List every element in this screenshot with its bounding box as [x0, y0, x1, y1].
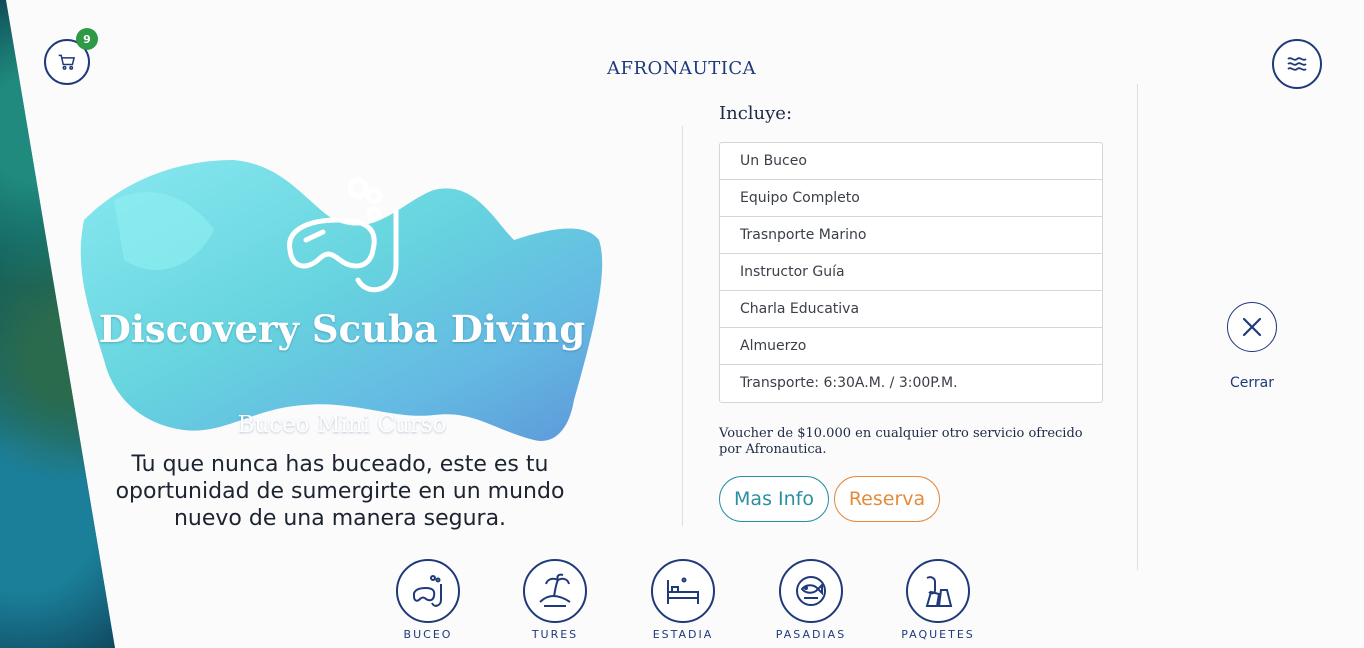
nav-label: PAQUETES [901, 628, 975, 641]
voucher-text: Voucher de $10.000 en cualquier otro ser… [719, 426, 1083, 457]
menu-button[interactable] [1272, 39, 1322, 89]
list-item: Charla Educativa [720, 291, 1102, 328]
fish-icon [796, 576, 826, 606]
cart-count-badge: 9 [76, 28, 98, 50]
bed-icon [667, 577, 699, 604]
reserve-button[interactable]: Reserva [834, 476, 940, 522]
list-item: Transporte: 6:30A.M. / 3:00P.M. [740, 375, 958, 391]
nav-item-pasadias[interactable]: PASADIAS [766, 559, 856, 641]
list-item: Equipo Completo [720, 180, 1102, 217]
list-item: Instructor Guía [720, 254, 1102, 291]
nav-circle[interactable] [906, 559, 970, 623]
nav-label: BUCEO [403, 628, 453, 641]
nav-circle[interactable] [651, 559, 715, 623]
nav-circle[interactable] [779, 559, 843, 623]
nav-circle[interactable] [396, 559, 460, 623]
divider-right [1137, 84, 1138, 570]
divider-left [682, 126, 683, 526]
nav-item-estadia[interactable]: ESTADIA [638, 559, 728, 641]
includes-title: Incluye: [719, 103, 793, 124]
hero-description: Tu que nunca has buceado, este es tu opo… [115, 452, 565, 531]
nav-label: TURES [531, 628, 579, 641]
island-icon [539, 573, 571, 607]
list-item: Trasnporte Marino [720, 217, 1102, 254]
hero-title: Discovery Scuba Diving [98, 307, 586, 351]
cart-icon [58, 54, 76, 70]
nav-item-tures[interactable]: TURES [510, 559, 600, 641]
more-info-button[interactable]: Mas Info [719, 476, 829, 522]
includes-list: Un Buceo Equipo Completo Trasnporte Mari… [719, 142, 1103, 403]
nav-item-buceo[interactable]: BUCEO [383, 559, 473, 641]
diving-gear-icon [925, 576, 953, 607]
wave-menu-icon [1287, 57, 1307, 71]
close-icon [1242, 317, 1262, 337]
nav-circle[interactable] [523, 559, 587, 623]
afronautica-logo[interactable]: AFRONAUTICA [607, 58, 756, 88]
nav-label: PASADIAS [775, 628, 847, 641]
nav-label: ESTADIA [652, 628, 714, 641]
list-item: Almuerzo [720, 328, 1102, 365]
snorkel-icon [412, 575, 442, 607]
nav-item-paquetes[interactable]: PAQUETES [893, 559, 983, 641]
close-label[interactable]: Cerrar [1212, 375, 1292, 391]
list-item: Un Buceo [720, 143, 1102, 180]
hero-section: Discovery Scuba Diving Buceo Mini Curso [74, 160, 610, 450]
snorkel-mask-icon [287, 177, 399, 293]
close-button[interactable] [1227, 302, 1277, 352]
hero-subtitle: Buceo Mini Curso [237, 412, 447, 438]
